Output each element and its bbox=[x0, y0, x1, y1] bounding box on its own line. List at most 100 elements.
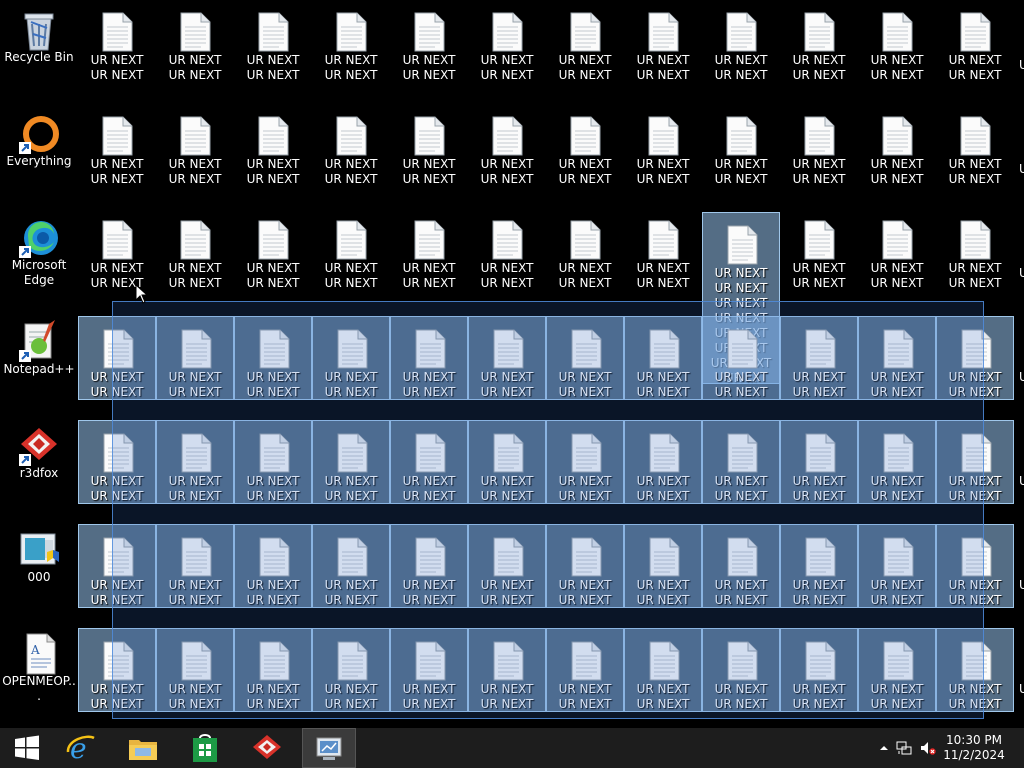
desktop-file-icon[interactable]: UR NEXT UR NEXT UR ... bbox=[624, 628, 702, 712]
desktop-file-icon[interactable]: UR NEXT UR NEXT UR ... bbox=[936, 420, 1014, 504]
desktop-file-icon[interactable]: UR NEXT UR NEXT UR ... bbox=[390, 524, 468, 608]
desktop-file-icon[interactable]: UR NEXT UR NEXT UR ... bbox=[234, 316, 312, 400]
desktop-file-icon[interactable]: UR NEXT UR NEXT UR ... bbox=[780, 316, 858, 400]
desktop-file-icon[interactable]: UR NEXT UR NEXT UR ... bbox=[858, 420, 936, 504]
desktop-file-icon[interactable]: UR NEXT UR NEXT UR ... bbox=[156, 628, 234, 712]
taskbar-file-explorer[interactable] bbox=[116, 728, 170, 768]
desktop-icon-everything[interactable]: Everything bbox=[0, 104, 78, 206]
desktop-file-icon[interactable]: UR NEXT UR NEXT UR ... bbox=[546, 0, 624, 102]
desktop-file-icon[interactable]: UR NEXT UR NEXT UR ... bbox=[234, 0, 312, 102]
desktop-file-icon[interactable]: UR NEXT UR NEXT UR ... bbox=[936, 208, 1014, 310]
desktop-file-icon[interactable]: UR NEXT UR NEXT UR ... bbox=[780, 0, 858, 102]
desktop-file-icon[interactable]: UR NEXT UR NEXT UR ... bbox=[234, 524, 312, 608]
desktop-file-icon[interactable]: UR NEXT UR NEXT UR ... bbox=[858, 316, 936, 400]
desktop-file-icon[interactable]: UR NEXT UR NEXT UR ... bbox=[468, 0, 546, 102]
desktop-file-icon[interactable]: UR NEXT UR NEXT UR ... bbox=[624, 208, 702, 310]
desktop-file-icon[interactable]: UR NEXT UR NEXT UR ... bbox=[312, 104, 390, 206]
desktop-icon-notepadpp[interactable]: Notepad++ bbox=[0, 312, 78, 414]
desktop-file-icon[interactable]: UR NEXT UR NEXT UR ... bbox=[312, 420, 390, 504]
desktop-file-icon[interactable]: UR NEXT UR NEXT UR ... bbox=[390, 628, 468, 712]
desktop-file-icon[interactable]: UR NEXT UR NEXT UR ... bbox=[468, 316, 546, 400]
desktop-file-icon[interactable]: UR NEXT UR NEXT UR ... bbox=[156, 420, 234, 504]
desktop-file-icon[interactable]: UR NEXT UR NEXT UR ... bbox=[78, 104, 156, 206]
desktop-file-icon[interactable]: UR NEXT UR NEXT UR ... bbox=[780, 628, 858, 712]
desktop-file-icon[interactable]: UR NEXT UR NEXT UR ... bbox=[546, 420, 624, 504]
desktop-file-icon[interactable]: UR NEXT UR NEXT UR ... bbox=[936, 104, 1014, 206]
desktop-file-icon[interactable]: UR NEXT UR NEXT UR ... bbox=[624, 0, 702, 102]
desktop-file-icon[interactable]: UR NEXT UR NEXT UR ... bbox=[780, 420, 858, 504]
desktop-file-icon[interactable]: UR NEXT UR NEXT UR ... bbox=[702, 0, 780, 102]
desktop-file-icon[interactable]: UR NEXT UR NEXT UR ... bbox=[234, 104, 312, 206]
desktop-icon-openmeop[interactable]: A OPENMEOP... bbox=[0, 624, 78, 726]
desktop-file-icon[interactable]: UR NEXT UR NEXT UR ... bbox=[858, 628, 936, 712]
desktop-file-icon[interactable]: UR NEXT UR NEXT UR ... bbox=[624, 316, 702, 400]
desktop-file-icon[interactable]: UR NEXT UR NEXT UR ... bbox=[468, 104, 546, 206]
desktop-file-icon[interactable]: UR NEXT UR NEXT UR ... bbox=[234, 208, 312, 310]
desktop-file-icon[interactable]: UR NEXT UR NEXT UR ... bbox=[546, 104, 624, 206]
desktop-file-icon[interactable]: UR NEXT UR NEXT UR ... bbox=[78, 420, 156, 504]
desktop-file-icon[interactable]: UR NEXT UR NEXT UR ... bbox=[156, 316, 234, 400]
desktop-file-icon[interactable]: UR NEXT UR NEXT UR ... bbox=[468, 628, 546, 712]
desktop-file-icon[interactable]: UR NEXT UR NEXT UR ... bbox=[312, 524, 390, 608]
file-label: UR NEXT UR NEXT UR ... bbox=[480, 682, 534, 711]
desktop-icon-r3dfox[interactable]: r3dfox bbox=[0, 416, 78, 518]
desktop-file-icon[interactable]: UR NEXT UR NEXT UR ... bbox=[702, 316, 780, 400]
desktop-file-icon[interactable]: UR NEXT UR NEXT UR ... bbox=[312, 208, 390, 310]
desktop-file-icon[interactable]: UR NEXT UR NEXT UR ... bbox=[390, 316, 468, 400]
desktop-file-icon[interactable]: UR NEXT UR NEXT UR ... bbox=[546, 208, 624, 310]
taskbar-clock[interactable]: 10:30 PM 11/2/2024 bbox=[942, 733, 1006, 763]
desktop-file-icon[interactable]: UR NEXT UR NEXT UR ... bbox=[78, 524, 156, 608]
desktop-file-icon[interactable]: UR NEXT UR NEXT UR ... bbox=[702, 628, 780, 712]
desktop-file-icon[interactable]: UR NEXT UR NEXT UR ... bbox=[390, 420, 468, 504]
desktop-file-icon[interactable]: UR NEXT UR NEXT UR ... bbox=[702, 104, 780, 206]
taskbar-store[interactable] bbox=[178, 728, 232, 768]
desktop-file-icon[interactable]: UR NEXT UR NEXT UR ... bbox=[390, 0, 468, 102]
desktop-file-icon[interactable]: UR NEXT UR NEXT UR ... bbox=[858, 524, 936, 608]
desktop-file-icon[interactable]: UR NEXT UR NEXT UR ... bbox=[936, 524, 1014, 608]
show-hidden-icons-chevron-icon[interactable] bbox=[880, 744, 888, 752]
network-icon[interactable] bbox=[896, 740, 912, 756]
desktop-file-icon[interactable]: UR NEXT UR NEXT UR ... bbox=[234, 628, 312, 712]
desktop-file-icon[interactable]: UR NEXT UR NEXT UR ... bbox=[312, 628, 390, 712]
desktop-file-icon[interactable]: UR NEXT UR NEXT UR ... bbox=[624, 104, 702, 206]
desktop-file-icon[interactable]: UR NEXT UR NEXT UR ... bbox=[234, 420, 312, 504]
taskbar-r3dfox[interactable] bbox=[240, 728, 294, 768]
taskbar-control-panel[interactable] bbox=[302, 728, 356, 768]
desktop-file-icon[interactable]: UR NEXT UR NEXT UR ... bbox=[702, 420, 780, 504]
desktop-file-icon[interactable]: UR NEXT UR NEXT UR ... bbox=[78, 628, 156, 712]
desktop-file-icon[interactable]: UR NEXT UR NEXT UR ... bbox=[858, 0, 936, 102]
desktop-icon-recycle-bin[interactable]: Recycle Bin bbox=[0, 0, 78, 102]
desktop-file-icon[interactable]: UR NEXT UR NEXT UR ... bbox=[156, 104, 234, 206]
desktop-file-icon[interactable]: UR NEXT UR NEXT UR ... bbox=[624, 420, 702, 504]
desktop-file-icon[interactable]: UR NEXT UR NEXT UR ... bbox=[702, 524, 780, 608]
desktop-file-icon[interactable]: UR NEXT UR NEXT UR ... bbox=[546, 316, 624, 400]
desktop-file-icon[interactable]: UR NEXT UR NEXT UR ... bbox=[390, 104, 468, 206]
desktop-file-icon[interactable]: UR NEXT UR NEXT UR ... bbox=[156, 524, 234, 608]
desktop-file-icon[interactable]: UR NEXT UR NEXT UR ... bbox=[78, 0, 156, 102]
desktop-file-icon[interactable]: UR NEXT UR NEXT UR ... bbox=[780, 208, 858, 310]
desktop-file-icon[interactable]: UR NEXT UR NEXT UR ... bbox=[858, 104, 936, 206]
desktop-file-icon[interactable]: UR NEXT UR NEXT UR ... bbox=[468, 420, 546, 504]
start-button[interactable] bbox=[0, 728, 54, 768]
desktop-file-icon[interactable]: UR NEXT UR NEXT UR ... bbox=[468, 524, 546, 608]
desktop-file-icon[interactable]: UR NEXT UR NEXT UR ... bbox=[546, 628, 624, 712]
desktop-icon-000[interactable]: 000 bbox=[0, 520, 78, 622]
desktop-file-icon[interactable]: UR NEXT UR NEXT UR ... bbox=[780, 524, 858, 608]
desktop-file-icon[interactable]: UR NEXT UR NEXT UR ... bbox=[936, 316, 1014, 400]
desktop-file-icon[interactable]: UR NEXT UR NEXT UR ... bbox=[312, 0, 390, 102]
desktop-file-icon[interactable]: UR NEXT UR NEXT UR ... bbox=[390, 208, 468, 310]
taskbar-internet-explorer[interactable]: e bbox=[54, 728, 108, 768]
desktop-icon-microsoft-edge[interactable]: Microsoft Edge bbox=[0, 208, 78, 310]
desktop-file-icon[interactable]: UR NEXT UR NEXT UR ... bbox=[156, 208, 234, 310]
desktop-file-icon[interactable]: UR NEXT UR NEXT UR ... bbox=[468, 208, 546, 310]
volume-muted-icon[interactable] bbox=[920, 740, 936, 756]
desktop-file-icon[interactable]: UR NEXT UR NEXT UR ... bbox=[156, 0, 234, 102]
desktop-file-icon[interactable]: UR NEXT UR NEXT UR ... bbox=[858, 208, 936, 310]
desktop-file-icon[interactable]: UR NEXT UR NEXT UR ... bbox=[546, 524, 624, 608]
desktop-file-icon[interactable]: UR NEXT UR NEXT UR ... bbox=[936, 0, 1014, 102]
desktop-file-icon[interactable]: UR NEXT UR NEXT UR ... bbox=[78, 316, 156, 400]
desktop-file-icon[interactable]: UR NEXT UR NEXT UR ... bbox=[624, 524, 702, 608]
desktop-file-icon[interactable]: UR NEXT UR NEXT UR ... bbox=[780, 104, 858, 206]
desktop-file-icon[interactable]: UR NEXT UR NEXT UR ... bbox=[936, 628, 1014, 712]
desktop-file-icon[interactable]: UR NEXT UR NEXT UR ... bbox=[312, 316, 390, 400]
